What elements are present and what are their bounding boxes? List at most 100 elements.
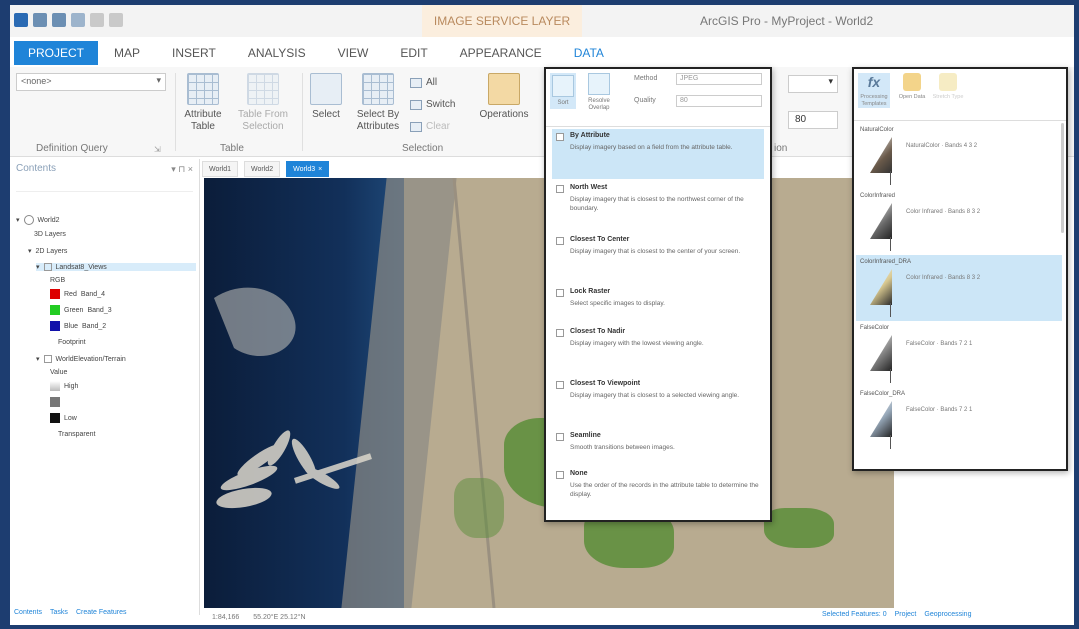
layer-checkbox-icon[interactable] [43, 263, 52, 271]
layers-2d-node[interactable]: ▾ 2D Layers [28, 247, 67, 256]
template-thumbnail [870, 401, 892, 437]
selected-features-link[interactable]: Selected Features: 0 [822, 611, 887, 618]
tab-edit[interactable]: EDIT [384, 41, 443, 65]
select-by-attributes-button[interactable]: Select By Attributes [350, 73, 406, 133]
operations-button[interactable]: Operations [472, 73, 536, 121]
template-item[interactable]: ColorInfrared Color Infrared · Bands 8 3… [856, 189, 1062, 255]
scale-readout[interactable]: 1:84,166 [212, 614, 239, 621]
clear-icon [410, 121, 422, 132]
template-item[interactable]: FalseColor FalseColor · Bands 7 2 1 [856, 321, 1062, 387]
method-select[interactable]: JPEG [676, 73, 762, 85]
template-thumbnail [870, 269, 892, 305]
tab-data[interactable]: DATA [558, 41, 620, 65]
definition-query-select[interactable]: <none> [16, 73, 166, 91]
option-checkbox[interactable] [556, 329, 564, 337]
select-button[interactable]: Select [308, 73, 344, 121]
option-checkbox[interactable] [556, 237, 564, 245]
quality-spinner[interactable]: 80 [788, 111, 838, 129]
save-icon[interactable] [71, 13, 85, 27]
template-item[interactable]: NaturalColor NaturalColor · Bands 4 3 2 [856, 123, 1062, 189]
layer-landsat[interactable]: ▾ Landsat8_Views [36, 263, 196, 271]
sort-option-lock-raster[interactable]: Lock Raster Select specific images to di… [552, 285, 764, 323]
sort-option-closest-to-viewpoint[interactable]: Closest To Viewpoint Display imagery tha… [552, 377, 764, 425]
tab-map[interactable]: MAP [98, 41, 156, 65]
option-checkbox[interactable] [556, 471, 564, 479]
sort-button[interactable]: Sort [550, 73, 576, 109]
switch-selection-button[interactable]: Switch [410, 99, 455, 110]
map-tab-world1[interactable]: World1 [202, 161, 239, 177]
resolve-overlap-icon [588, 73, 610, 95]
stretch-icon [939, 73, 957, 91]
option-checkbox[interactable] [556, 381, 564, 389]
processing-templates-button[interactable]: fx Processing Templates [858, 73, 890, 108]
operations-icon [488, 73, 520, 105]
option-checkbox[interactable] [556, 289, 564, 297]
project-tab[interactable]: Project [895, 611, 917, 618]
quality-input[interactable]: 80 [676, 95, 762, 107]
option-checkbox[interactable] [556, 133, 564, 141]
tab-insert[interactable]: INSERT [156, 41, 232, 65]
undo-icon[interactable] [90, 13, 104, 27]
option-checkbox[interactable] [556, 185, 564, 193]
tab-analysis[interactable]: ANALYSIS [232, 41, 322, 65]
blue-swatch [50, 321, 60, 331]
sort-option-closest-to-center[interactable]: Closest To Center Display imagery that i… [552, 233, 764, 281]
map-tab-world3[interactable]: World3 × [286, 161, 330, 177]
open-project-icon[interactable] [52, 13, 66, 27]
contents-search[interactable] [16, 180, 193, 192]
coordinate-readout: 55.20°E 25.12°N [253, 613, 306, 621]
sort-option-north-west[interactable]: North West Display imagery that is close… [552, 181, 764, 229]
table-selection-icon [247, 73, 279, 105]
footprint-item[interactable]: Footprint [58, 339, 86, 346]
option-checkbox[interactable] [556, 433, 564, 441]
map-tab-world2[interactable]: World2 [244, 161, 281, 177]
resolve-overlap-button[interactable]: Resolve Overlap [582, 73, 616, 112]
map-status-bar: 1:84,166 55.20°E 25.12°N [202, 609, 892, 625]
sort-option-seamline[interactable]: Seamline Smooth transitions between imag… [552, 429, 764, 465]
sort-option-by-attribute[interactable]: By Attribute Display imagery based on a … [552, 129, 764, 179]
high-swatch [50, 381, 60, 391]
tab-create-features[interactable]: Create Features [76, 609, 127, 616]
redo-icon[interactable] [109, 13, 123, 27]
map-node[interactable]: ▾ World2 [16, 215, 60, 225]
legend-mid [50, 397, 60, 407]
stretch-type-button[interactable]: Stretch Type [932, 73, 964, 101]
select-all-button[interactable]: All [410, 77, 437, 88]
map-view-tabs: World1 World2 World3 × [202, 161, 330, 177]
clear-selection-button[interactable]: Clear [410, 121, 450, 132]
layers-3d-node[interactable]: 3D Layers [34, 231, 66, 238]
layer-elevation[interactable]: ▾ WorldElevation/Terrain [36, 355, 126, 363]
quality-label: Quality [634, 97, 656, 104]
rgb-label: RGB [50, 277, 66, 284]
vegetation-area [764, 508, 834, 548]
tab-appearance[interactable]: APPEARANCE [444, 41, 558, 65]
sort-option-none[interactable]: None Use the order of the records in the… [552, 467, 764, 515]
attribute-table-button[interactable]: Attribute Table [178, 73, 228, 133]
ribbon-tabs: PROJECT MAP INSERT ANALYSIS VIEW EDIT AP… [10, 41, 620, 65]
tab-project[interactable]: PROJECT [14, 41, 99, 65]
tab-contents[interactable]: Contents [14, 609, 42, 616]
template-item-selected[interactable]: ColorInfrared_DRA Color Infrared · Bands… [856, 255, 1062, 321]
select-cursor-icon [310, 73, 342, 105]
new-project-icon[interactable] [33, 13, 47, 27]
dialog-launcher-icon[interactable]: ⇲ [154, 145, 161, 154]
mosaic-sort-panel: Sort Resolve Overlap Method JPEG Quality… [544, 67, 772, 522]
legend-low: Low [50, 413, 77, 423]
tab-tasks[interactable]: Tasks [50, 609, 68, 616]
ribbon-dropdown[interactable]: ▾ [788, 75, 838, 93]
function-fx-icon: fx [867, 74, 881, 90]
value-label: Value [50, 369, 68, 376]
red-swatch [50, 289, 60, 299]
sort-option-closest-to-nadir[interactable]: Closest To Nadir Display imagery with th… [552, 325, 764, 373]
select-all-icon [410, 77, 422, 88]
template-item[interactable]: FalseColor_DRA FalseColor · Bands 7 2 1 [856, 387, 1062, 453]
tab-view[interactable]: VIEW [322, 41, 385, 65]
select-attributes-icon [362, 73, 394, 105]
table-icon [187, 73, 219, 105]
geoprocessing-tab[interactable]: Geoprocessing [924, 611, 971, 618]
open-data-button[interactable]: Open Data [896, 73, 928, 101]
legend-red: Red Band_4 [50, 289, 105, 299]
layer-checkbox-icon[interactable] [43, 355, 52, 363]
pane-controls[interactable]: ▾ ⊓ × [171, 164, 193, 175]
table-from-selection-button[interactable]: Table From Selection [234, 73, 292, 133]
